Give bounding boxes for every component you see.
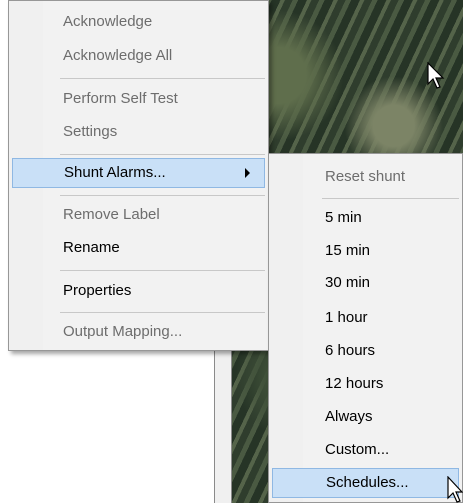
shunt-alarms-submenu: Reset shunt 5 min 15 min 30 min 1 hour 6…: [268, 153, 463, 503]
submenu-item-always[interactable]: Always: [272, 402, 459, 432]
menu-item-label: 30 min: [325, 274, 371, 291]
menu-item-label: Settings: [63, 123, 118, 140]
menu-item-acknowledge-all[interactable]: Acknowledge All: [12, 41, 265, 71]
menu-item-output-mapping[interactable]: Output Mapping...: [12, 317, 265, 347]
menu-item-label: Remove Label: [63, 206, 160, 223]
menu-separator: [322, 198, 459, 199]
menu-item-label: Custom...: [325, 441, 390, 458]
submenu-item-schedules[interactable]: Schedules...: [272, 468, 459, 498]
menu-item-label: Acknowledge: [63, 13, 153, 30]
submenu-item-6-hours[interactable]: 6 hours: [272, 336, 459, 366]
submenu-arrow-icon: [245, 168, 250, 178]
menu-item-label: Perform Self Test: [63, 90, 178, 107]
submenu-item-1-hour[interactable]: 1 hour: [272, 303, 459, 333]
menu-item-label: Schedules...: [326, 474, 409, 491]
submenu-item-5-min[interactable]: 5 min: [272, 203, 459, 233]
menu-item-label: 1 hour: [325, 309, 368, 326]
context-menu: Acknowledge Acknowledge All Perform Self…: [8, 0, 269, 351]
menu-separator: [60, 195, 265, 196]
menu-item-label: Shunt Alarms...: [64, 164, 166, 181]
submenu-item-reset-shunt[interactable]: Reset shunt: [272, 162, 459, 192]
menu-item-perform-self-test[interactable]: Perform Self Test: [12, 84, 265, 114]
mouse-pointer-icon: [427, 62, 445, 89]
menu-separator: [60, 312, 265, 313]
submenu-item-12-hours[interactable]: 12 hours: [272, 369, 459, 399]
submenu-item-30-min[interactable]: 30 min: [272, 268, 459, 298]
menu-separator: [60, 78, 265, 79]
menu-item-rename[interactable]: Rename: [12, 233, 265, 263]
menu-item-label: Properties: [63, 282, 132, 299]
menu-item-label: 15 min: [325, 242, 371, 259]
menu-item-settings[interactable]: Settings: [12, 117, 265, 147]
menu-separator: [60, 154, 265, 155]
menu-item-label: 12 hours: [325, 375, 384, 392]
menu-item-acknowledge[interactable]: Acknowledge: [12, 7, 265, 37]
menu-item-label: Output Mapping...: [63, 323, 183, 340]
menu-item-properties[interactable]: Properties: [12, 276, 265, 306]
menu-item-remove-label[interactable]: Remove Label: [12, 200, 265, 230]
submenu-item-15-min[interactable]: 15 min: [272, 236, 459, 266]
menu-separator: [60, 270, 265, 271]
menu-item-label: Rename: [63, 239, 120, 256]
menu-item-label: 5 min: [325, 209, 362, 226]
menu-item-label: Reset shunt: [325, 168, 406, 185]
menu-item-shunt-alarms[interactable]: Shunt Alarms...: [12, 158, 265, 188]
mouse-pointer-icon: [447, 476, 463, 503]
menu-item-label: 6 hours: [325, 342, 376, 359]
menu-item-label: Always: [325, 408, 373, 425]
menu-item-label: Acknowledge All: [63, 47, 173, 64]
submenu-item-custom[interactable]: Custom...: [272, 435, 459, 465]
